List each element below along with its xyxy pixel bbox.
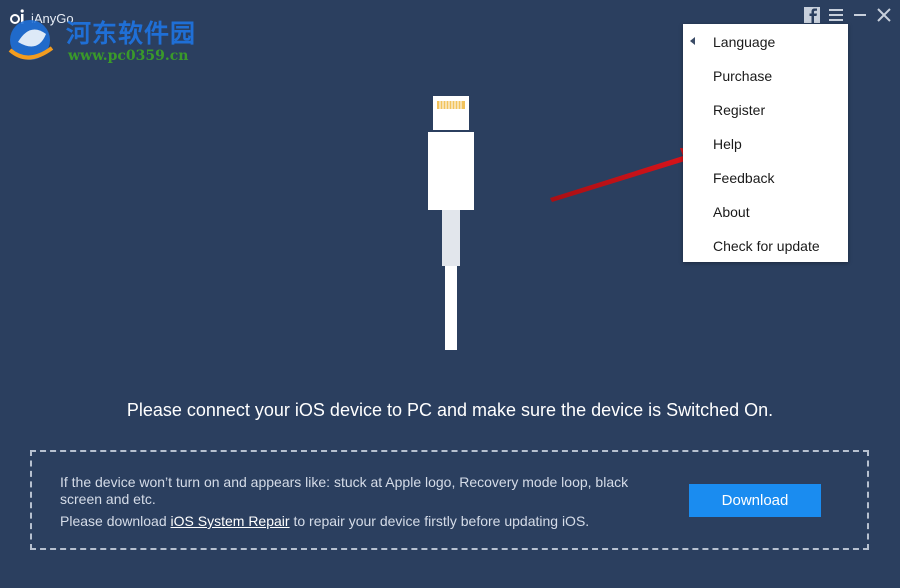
submenu-arrow-icon xyxy=(690,37,695,45)
minimize-icon[interactable] xyxy=(851,6,869,24)
menu-item-purchase[interactable]: Purchase xyxy=(713,63,843,89)
close-icon[interactable] xyxy=(875,6,893,24)
watermark-logo-icon xyxy=(8,20,54,60)
settings-menu: Language Purchase Register Help Feedback… xyxy=(683,24,848,262)
menu-item-register[interactable]: Register xyxy=(713,97,843,123)
connect-message: Please connect your iOS device to PC and… xyxy=(126,400,774,420)
download-button[interactable]: Download xyxy=(689,484,821,517)
info-box: If the device won’t turn on and appears … xyxy=(30,450,869,550)
watermark-url: www.pc0359.cn xyxy=(68,48,189,64)
download-instruction: Please download iOS System Repair to rep… xyxy=(60,513,589,529)
menu-item-help[interactable]: Help xyxy=(713,131,843,157)
download-prefix: Please download xyxy=(60,513,171,529)
menu-icon[interactable] xyxy=(827,6,845,24)
download-suffix: to repair your device firstly before upd… xyxy=(289,513,590,529)
menu-item-check-for-update[interactable]: Check for update xyxy=(713,233,843,259)
ios-system-repair-link[interactable]: iOS System Repair xyxy=(171,513,290,529)
facebook-icon[interactable] xyxy=(803,6,821,24)
lightning-cable-icon xyxy=(428,96,474,350)
watermark-title: 河东软件园 xyxy=(66,19,197,48)
menu-item-language[interactable]: Language xyxy=(713,29,843,55)
menu-item-about[interactable]: About xyxy=(713,199,843,225)
info-text: If the device won’t turn on and appears … xyxy=(60,474,629,507)
menu-item-feedback[interactable]: Feedback xyxy=(713,165,843,191)
